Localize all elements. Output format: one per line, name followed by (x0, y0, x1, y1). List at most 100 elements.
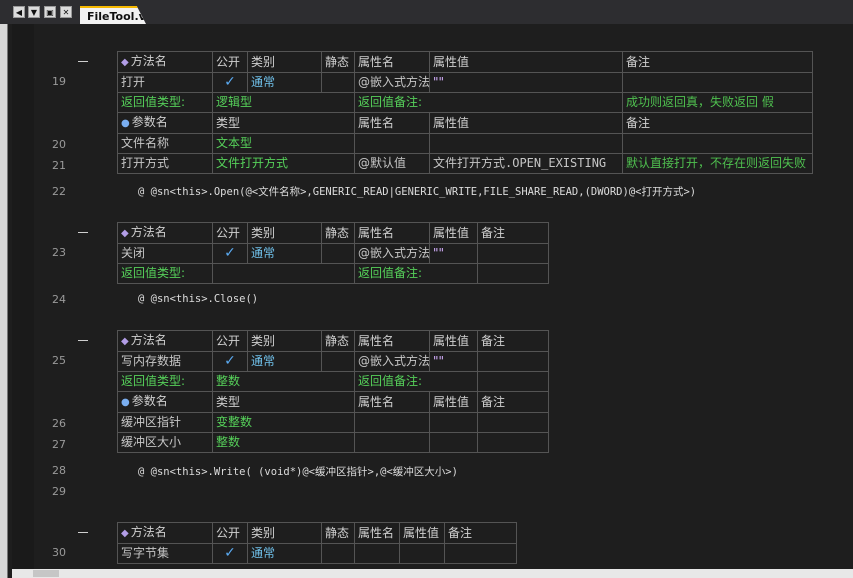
return-type-label: 返回值类型: (117, 371, 213, 392)
header-param-name: ● 参数名 (117, 391, 213, 413)
header-attr-name: 属性名 (354, 391, 430, 413)
param-value-cell[interactable]: 文件打开方式.OPEN_EXISTING (429, 153, 623, 174)
method-name-cell[interactable]: 写字节集 (117, 543, 213, 564)
static-cell[interactable] (321, 543, 355, 564)
horizontal-scrollbar[interactable] (12, 569, 853, 578)
param-attr-cell[interactable] (354, 412, 430, 433)
fold-toggle[interactable] (78, 232, 88, 233)
param-attr-cell[interactable] (354, 432, 430, 453)
title-bar: ◀ ▼ ▣ ✕ FileTool.v (0, 0, 853, 24)
line-number: 29 (52, 485, 66, 498)
tab-list-icon[interactable]: ▼ (28, 6, 40, 18)
return-type-value[interactable]: 逻辑型 (212, 92, 355, 113)
remark-cell[interactable] (622, 72, 813, 93)
return-type-label: 返回值类型: (117, 263, 213, 284)
header-remark: 备注 (444, 522, 517, 544)
param-value-cell[interactable] (429, 412, 478, 433)
attr-value-cell[interactable]: "" (429, 351, 478, 372)
param-type-cell[interactable]: 整数 (212, 432, 355, 453)
param-remark-cell[interactable] (477, 432, 549, 453)
remark-cell[interactable] (477, 351, 549, 372)
header-method-name: ◆ 方法名 (117, 222, 213, 244)
param-name-cell[interactable]: 缓冲区大小 (117, 432, 213, 453)
header-attr-name: 属性名 (354, 522, 400, 544)
public-check-cell[interactable]: ✓ (212, 543, 248, 564)
header-type: 类型 (212, 112, 355, 134)
line-number: 21 (52, 159, 66, 172)
param-remark-cell[interactable] (622, 133, 813, 154)
code-line[interactable]: @ @sn<this>.Write( (void*)@<缓冲区指针>,@<缓冲区… (138, 464, 458, 479)
category-cell[interactable]: 通常 (247, 72, 322, 93)
param-type-cell[interactable]: 文件打开方式 (212, 153, 355, 174)
code-line[interactable]: @ @sn<this>.Open(@<文件名称>,GENERIC_READ|GE… (138, 184, 696, 199)
fold-toggle[interactable] (78, 61, 88, 62)
header-static: 静态 (321, 222, 355, 244)
param-attr-cell[interactable]: @默认值 (354, 153, 430, 174)
method-icon: ◆ (121, 528, 129, 539)
fold-toggle[interactable] (78, 340, 88, 341)
header-param-name: ● 参数名 (117, 112, 213, 134)
method-name-cell[interactable]: 打开 (117, 72, 213, 93)
param-value-cell[interactable] (429, 133, 623, 154)
param-type-cell[interactable]: 文本型 (212, 133, 355, 154)
static-cell[interactable] (321, 351, 355, 372)
param-value-cell[interactable] (429, 432, 478, 453)
header-attr-value: 属性值 (429, 51, 623, 73)
scrollbar-thumb[interactable] (33, 570, 59, 577)
line-number: 30 (52, 546, 66, 559)
method-table-writebytes: ◆ 方法名 公开 类别 静态 属性名 属性值 备注 写字节集 ✓ 通常 (117, 522, 517, 564)
header-remark: 备注 (622, 112, 813, 134)
param-icon: ● (121, 397, 130, 408)
return-type-value[interactable] (212, 263, 355, 284)
return-remark-value[interactable]: 成功则返回真，失败返回 假 (622, 92, 813, 113)
side-panel-edge[interactable] (0, 24, 8, 578)
attr-name-cell[interactable]: @嵌入式方法 (354, 243, 430, 264)
code-line[interactable]: @ @sn<this>.Close() (138, 293, 258, 305)
attr-value-cell[interactable] (399, 543, 445, 564)
category-cell[interactable]: 通常 (247, 543, 322, 564)
tab-filetool[interactable]: FileTool.v (80, 6, 146, 24)
return-remark-label: 返回值备注: (354, 263, 478, 284)
return-remark-label: 返回值备注: (354, 92, 623, 113)
public-check-cell[interactable]: ✓ (212, 243, 248, 264)
header-remark: 备注 (477, 222, 549, 244)
method-icon: ◆ (121, 57, 129, 68)
category-cell[interactable]: 通常 (247, 351, 322, 372)
fold-toggle[interactable] (78, 532, 88, 533)
remark-cell[interactable] (444, 543, 517, 564)
header-attr-value: 属性值 (399, 522, 445, 544)
return-type-value[interactable]: 整数 (212, 371, 355, 392)
return-remark-value[interactable] (477, 263, 549, 284)
gutter (12, 24, 34, 569)
restore-icon[interactable]: ▣ (44, 6, 56, 18)
param-name-cell[interactable]: 缓冲区指针 (117, 412, 213, 433)
public-check-cell[interactable]: ✓ (212, 351, 248, 372)
header-attr-value: 属性值 (429, 112, 623, 134)
header-public: 公开 (212, 222, 248, 244)
param-type-cell[interactable]: 变整数 (212, 412, 355, 433)
attr-name-cell[interactable]: @嵌入式方法 (354, 351, 430, 372)
static-cell[interactable] (321, 72, 355, 93)
line-number: 27 (52, 438, 66, 451)
method-name-cell[interactable]: 关闭 (117, 243, 213, 264)
attr-value-cell[interactable]: "" (429, 72, 623, 93)
param-name-cell[interactable]: 文件名称 (117, 133, 213, 154)
static-cell[interactable] (321, 243, 355, 264)
line-number: 20 (52, 138, 66, 151)
attr-name-cell[interactable] (354, 543, 400, 564)
remark-cell[interactable] (477, 243, 549, 264)
scroll-left-icon[interactable]: ◀ (13, 6, 25, 18)
return-remark-value[interactable] (477, 371, 549, 392)
close-icon[interactable]: ✕ (60, 6, 72, 18)
param-name-cell[interactable]: 打开方式 (117, 153, 213, 174)
param-remark-cell[interactable]: 默认直接打开，不存在则返回失败 (622, 153, 813, 174)
param-remark-cell[interactable] (477, 412, 549, 433)
attr-value-cell[interactable]: "" (429, 243, 478, 264)
param-attr-cell[interactable] (354, 133, 430, 154)
line-number: 25 (52, 354, 66, 367)
header-remark: 备注 (477, 391, 549, 413)
category-cell[interactable]: 通常 (247, 243, 322, 264)
attr-name-cell[interactable]: @嵌入式方法 (354, 72, 430, 93)
public-check-cell[interactable]: ✓ (212, 72, 248, 93)
method-name-cell[interactable]: 写内存数据 (117, 351, 213, 372)
